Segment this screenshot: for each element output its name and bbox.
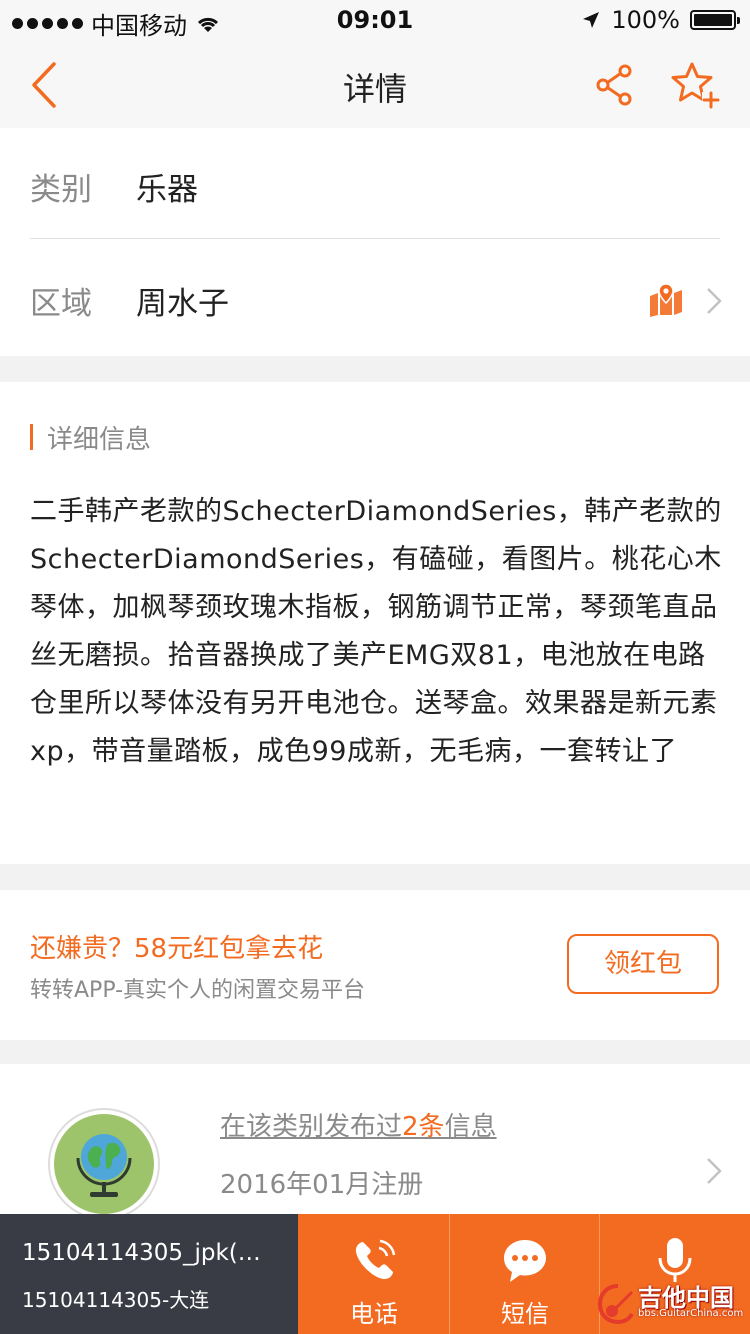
post-count-value: 2条 bbox=[402, 1112, 445, 1142]
sms-button[interactable]: 短信 bbox=[450, 1214, 600, 1334]
detail-card: 详细信息 二手韩产老款的SchecterDiamondSeries，韩产老款的S… bbox=[0, 382, 750, 864]
watermark-url: bbs.GuitarChina.com bbox=[638, 1308, 744, 1319]
nav-bar: 详情 bbox=[0, 40, 750, 128]
chevron-right-icon bbox=[707, 288, 722, 314]
avatar[interactable] bbox=[48, 1108, 160, 1220]
globe-icon bbox=[54, 1114, 154, 1214]
chat-bubble-icon bbox=[504, 1240, 546, 1282]
section-accent-bar bbox=[30, 424, 33, 450]
call-button[interactable]: 电话 bbox=[299, 1214, 449, 1334]
battery-percent: 100% bbox=[611, 6, 680, 34]
info-card: 类别 乐器 区域 周水子 bbox=[0, 128, 750, 356]
map-pin-icon[interactable] bbox=[648, 282, 684, 318]
area-label: 区域 bbox=[30, 286, 92, 322]
location-arrow-icon bbox=[583, 12, 600, 28]
area-row[interactable]: 区域 周水子 bbox=[30, 242, 720, 352]
seller-card[interactable]: 在该类别发布过2条信息 2016年01月注册 bbox=[0, 1064, 750, 1220]
post-count-suffix: 信息 bbox=[444, 1112, 497, 1142]
promo-subtitle: 转转APP-真实个人的闲置交易平台 bbox=[30, 978, 366, 1003]
contact-phone-location: 15104114305-大连 bbox=[22, 1288, 210, 1312]
category-row: 类别 乐器 bbox=[30, 128, 720, 239]
post-count-prefix: 在该类别发布过 bbox=[220, 1112, 403, 1142]
phone-icon bbox=[355, 1239, 396, 1280]
battery-icon bbox=[690, 10, 740, 30]
category-label: 类别 bbox=[30, 172, 92, 208]
category-value: 乐器 bbox=[136, 172, 198, 208]
share-icon[interactable] bbox=[592, 62, 638, 108]
detail-section-header: 详细信息 bbox=[30, 422, 151, 455]
promo-card: 还嫌贵？58元红包拿去花 转转APP-真实个人的闲置交易平台 领红包 bbox=[0, 890, 750, 1040]
contact-info: 15104114305_jpk(… 15104114305-大连 bbox=[0, 1214, 298, 1334]
call-label: 电话 bbox=[350, 1300, 398, 1328]
row-divider bbox=[30, 238, 720, 239]
status-bar: 中国移动 09:01 100% bbox=[0, 0, 750, 40]
guitar-logo-icon bbox=[598, 1284, 634, 1324]
seller-registered-date: 2016年01月注册 bbox=[220, 1170, 424, 1200]
get-red-packet-button[interactable]: 领红包 bbox=[567, 934, 719, 994]
seller-post-count[interactable]: 在该类别发布过2条信息 bbox=[220, 1106, 497, 1143]
area-value: 周水子 bbox=[136, 286, 229, 322]
contact-name: 15104114305_jpk(… bbox=[22, 1240, 261, 1266]
chevron-right-icon bbox=[707, 1158, 722, 1184]
site-watermark: 吉他中国 bbs.GuitarChina.com bbox=[598, 1278, 748, 1330]
promo-title: 还嫌贵？58元红包拿去花 bbox=[30, 934, 324, 964]
favorite-star-add-icon[interactable] bbox=[668, 60, 720, 110]
item-description: 二手韩产老款的SchecterDiamondSeries，韩产老款的Schect… bbox=[30, 496, 722, 767]
detail-section-title: 详细信息 bbox=[47, 424, 152, 455]
sms-label: 短信 bbox=[501, 1300, 549, 1328]
status-right: 100% bbox=[581, 6, 740, 34]
